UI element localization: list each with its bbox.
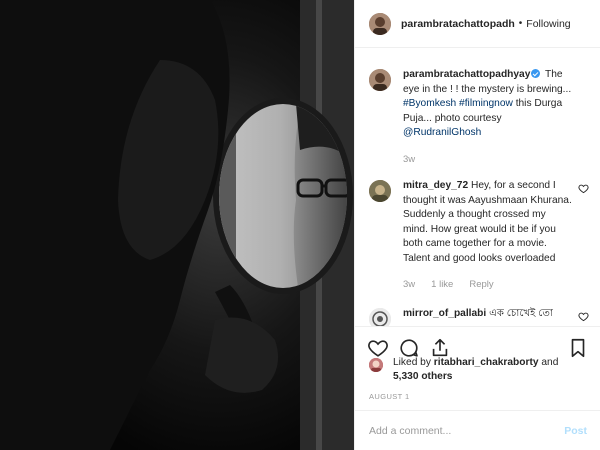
comment-text: এক চোখেই তো [486,307,554,319]
liker-username[interactable]: ritabhari_chakraborty [434,357,539,368]
following-button[interactable]: Following [526,18,570,30]
post-details-panel: parambratachattopadh • Following parambr… [354,0,600,450]
caption-time: 3w [403,153,416,165]
commenter-avatar[interactable] [369,307,391,326]
comment-username[interactable]: mirror_of_pallabi [403,308,486,319]
comment-input[interactable] [369,424,565,437]
caption: parambratachattopadhyay The eye in the !… [355,58,600,167]
likes-summary: Liked by ritabhari_chakraborty and 5,330… [369,356,589,384]
like-comment-heart-icon[interactable] [578,183,589,194]
comments-list[interactable]: parambratachattopadhyay The eye in the !… [355,58,600,326]
comment-time: 3w [403,279,416,290]
reply-button[interactable]: Reply [469,278,493,293]
comment-like-count[interactable]: 1 like [431,278,453,293]
post-header: parambratachattopadh • Following [355,0,600,48]
add-comment-bar: Post [355,410,600,450]
caption-mention[interactable]: @RudranilGhosh [403,127,481,138]
comment-text: Hey, for a second I thought it was Aayus… [403,180,572,264]
caption-hashtags[interactable]: #Byomkesh #filmingnow [403,98,513,109]
like-comment-heart-icon[interactable] [578,311,589,322]
likes-prefix: Liked by [393,357,434,368]
comment-username[interactable]: mitra_dey_72 [403,180,468,191]
caption-avatar[interactable] [369,69,391,91]
likes-middle: and [538,357,559,368]
list-item: mirror_of_pallabi এক চোখেই তো [355,293,600,326]
separator-dot: • [518,18,523,29]
author-avatar[interactable] [369,12,391,35]
post-button[interactable]: Post [564,425,587,437]
liker-avatar[interactable] [369,358,383,372]
caption-username[interactable]: parambratachattopadhyay [403,69,530,80]
post-photo[interactable] [0,0,354,450]
author-username[interactable]: parambratachattopadh [401,18,515,30]
list-item: mitra_dey_72 Hey, for a second I thought… [355,167,600,293]
commenter-avatar[interactable] [369,180,391,202]
likes-others-count[interactable]: 5,330 others [393,371,452,382]
photo-mirror-reflection [0,0,354,450]
post-date[interactable]: AUGUST 1 [369,392,410,401]
verified-badge-icon [531,69,541,78]
